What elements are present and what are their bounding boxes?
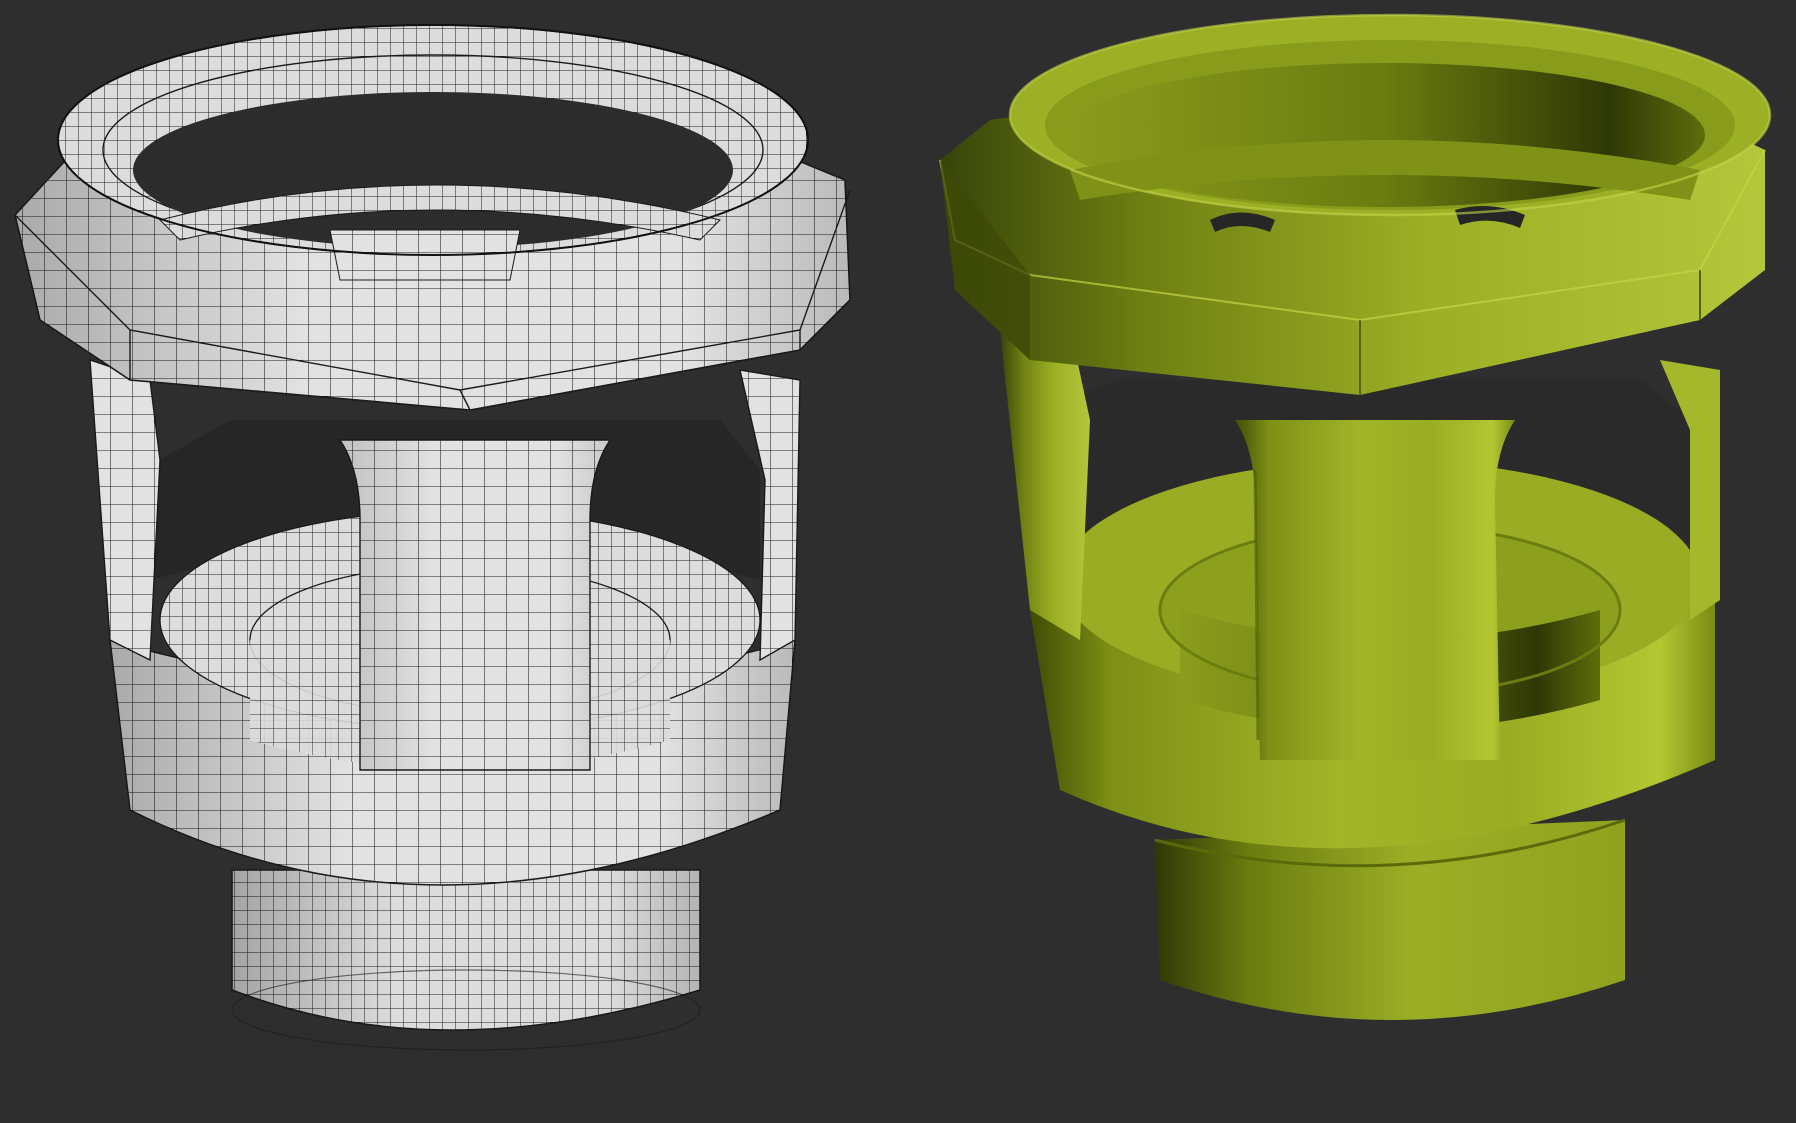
shaded-model[interactable]: [939, 13, 1772, 1020]
wireframe-model[interactable]: [14, 24, 851, 1051]
scene-canvas: [14, 13, 1772, 1051]
3d-viewport[interactable]: [0, 0, 1796, 1123]
